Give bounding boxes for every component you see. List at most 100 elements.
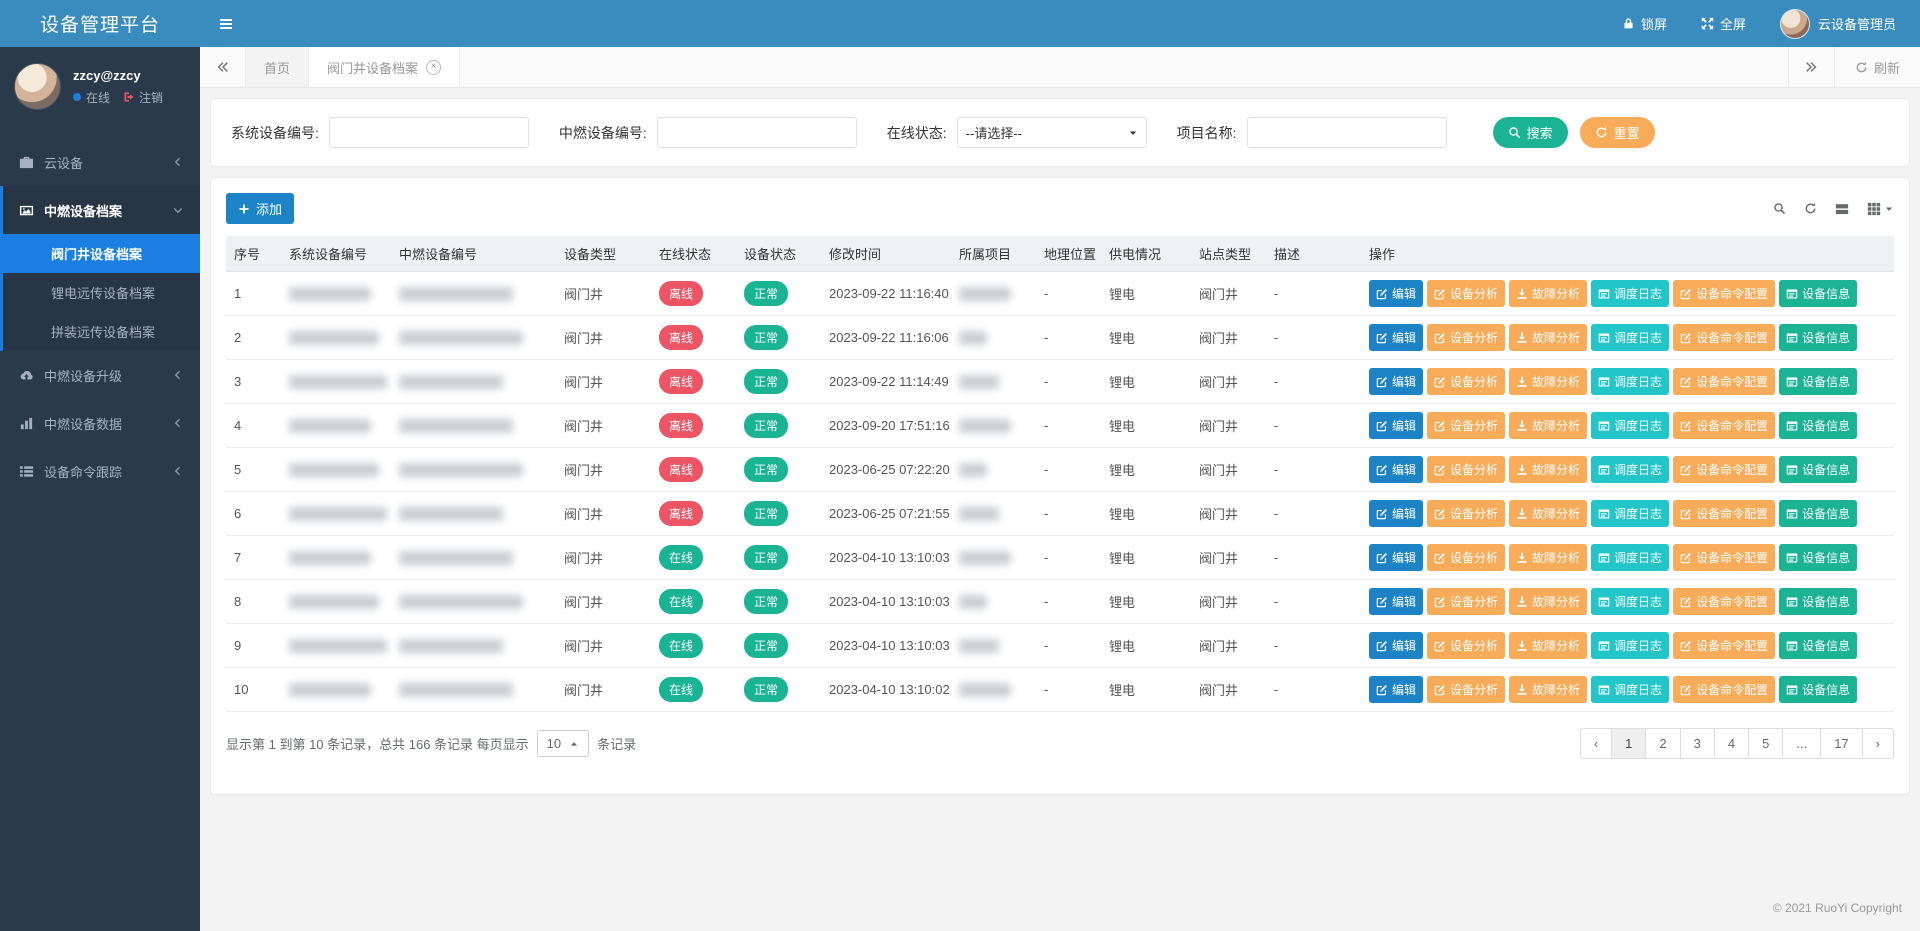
- row-action-设备信息[interactable]: 设备信息: [1779, 544, 1857, 571]
- row-action-编辑[interactable]: 编辑: [1369, 544, 1423, 571]
- row-action-设备命令配置[interactable]: 设备命令配置: [1673, 588, 1775, 615]
- row-action-故障分析[interactable]: 故障分析: [1509, 544, 1587, 571]
- row-action-调度日志[interactable]: 调度日志: [1591, 500, 1669, 527]
- row-action-编辑[interactable]: 编辑: [1369, 412, 1423, 439]
- row-action-设备信息[interactable]: 设备信息: [1779, 676, 1857, 703]
- row-action-设备信息[interactable]: 设备信息: [1779, 368, 1857, 395]
- row-action-设备信息[interactable]: 设备信息: [1779, 456, 1857, 483]
- logout-button[interactable]: 注销: [123, 89, 163, 106]
- row-action-编辑[interactable]: 编辑: [1369, 456, 1423, 483]
- tab-refresh-button[interactable]: 刷新: [1834, 47, 1920, 87]
- row-action-编辑[interactable]: 编辑: [1369, 280, 1423, 307]
- page-button-17[interactable]: 17: [1820, 728, 1862, 759]
- table-columns-button[interactable]: [1867, 202, 1894, 216]
- row-action-故障分析[interactable]: 故障分析: [1509, 280, 1587, 307]
- sidebar-subitem-拼装远传设备档案[interactable]: 拼装远传设备档案: [3, 312, 200, 351]
- row-action-编辑[interactable]: 编辑: [1369, 588, 1423, 615]
- page-button-3[interactable]: 3: [1680, 728, 1715, 759]
- row-action-编辑[interactable]: 编辑: [1369, 368, 1423, 395]
- page-button-4[interactable]: 4: [1714, 728, 1749, 759]
- row-action-故障分析[interactable]: 故障分析: [1509, 676, 1587, 703]
- page-button-...[interactable]: ...: [1782, 728, 1821, 759]
- sidebar-toggle-button[interactable]: [200, 0, 252, 47]
- row-action-设备分析[interactable]: 设备分析: [1427, 500, 1505, 527]
- row-action-设备分析[interactable]: 设备分析: [1427, 280, 1505, 307]
- user-menu[interactable]: 云设备管理员: [1780, 9, 1896, 39]
- add-button[interactable]: 添加: [226, 193, 294, 224]
- sidebar-item-中燃设备数据[interactable]: 中燃设备数据: [3, 399, 200, 447]
- row-action-设备信息[interactable]: 设备信息: [1779, 632, 1857, 659]
- row-action-设备分析[interactable]: 设备分析: [1427, 588, 1505, 615]
- lock-screen-button[interactable]: 锁屏: [1622, 14, 1667, 33]
- row-action-设备分析[interactable]: 设备分析: [1427, 544, 1505, 571]
- row-action-故障分析[interactable]: 故障分析: [1509, 412, 1587, 439]
- row-action-调度日志[interactable]: 调度日志: [1591, 368, 1669, 395]
- sidebar-item-设备命令跟踪[interactable]: 设备命令跟踪: [3, 447, 200, 495]
- row-action-故障分析[interactable]: 故障分析: [1509, 368, 1587, 395]
- row-action-调度日志[interactable]: 调度日志: [1591, 412, 1669, 439]
- sidebar-subitem-锂电远传设备档案[interactable]: 锂电远传设备档案: [3, 273, 200, 312]
- row-action-编辑[interactable]: 编辑: [1369, 676, 1423, 703]
- close-icon[interactable]: ×: [426, 60, 441, 75]
- row-action-调度日志[interactable]: 调度日志: [1591, 544, 1669, 571]
- row-action-调度日志[interactable]: 调度日志: [1591, 280, 1669, 307]
- row-action-调度日志[interactable]: 调度日志: [1591, 324, 1669, 351]
- row-action-设备命令配置[interactable]: 设备命令配置: [1673, 500, 1775, 527]
- row-action-设备信息[interactable]: 设备信息: [1779, 280, 1857, 307]
- page-button-2[interactable]: 2: [1645, 728, 1680, 759]
- row-action-设备命令配置[interactable]: 设备命令配置: [1673, 676, 1775, 703]
- page-button-next[interactable]: ›: [1862, 728, 1894, 759]
- tab-valve-well-archive[interactable]: 阀门井设备档案 ×: [309, 47, 460, 87]
- row-action-设备分析[interactable]: 设备分析: [1427, 368, 1505, 395]
- row-action-调度日志[interactable]: 调度日志: [1591, 588, 1669, 615]
- row-action-设备分析[interactable]: 设备分析: [1427, 632, 1505, 659]
- table-refresh-button[interactable]: [1804, 202, 1817, 215]
- row-action-设备信息[interactable]: 设备信息: [1779, 412, 1857, 439]
- sidebar-subitem-阀门井设备档案[interactable]: 阀门井设备档案: [3, 234, 200, 273]
- row-action-故障分析[interactable]: 故障分析: [1509, 588, 1587, 615]
- row-action-设备命令配置[interactable]: 设备命令配置: [1673, 280, 1775, 307]
- row-action-设备命令配置[interactable]: 设备命令配置: [1673, 412, 1775, 439]
- reset-button[interactable]: 重置: [1580, 117, 1655, 148]
- row-action-设备分析[interactable]: 设备分析: [1427, 324, 1505, 351]
- search-button[interactable]: 搜索: [1493, 117, 1568, 148]
- sidebar-item-中燃设备升级[interactable]: 中燃设备升级: [3, 351, 200, 399]
- tab-scroll-right-button[interactable]: [1788, 47, 1834, 87]
- row-action-故障分析[interactable]: 故障分析: [1509, 632, 1587, 659]
- row-action-设备命令配置[interactable]: 设备命令配置: [1673, 544, 1775, 571]
- online-status-select[interactable]: --请选择--: [957, 117, 1147, 148]
- page-size-select[interactable]: 10: [537, 730, 589, 757]
- tab-home[interactable]: 首页: [246, 47, 309, 87]
- row-action-编辑[interactable]: 编辑: [1369, 500, 1423, 527]
- search-input[interactable]: [1247, 117, 1447, 148]
- sidebar-item-中燃设备档案[interactable]: 中燃设备档案: [3, 186, 200, 234]
- row-action-调度日志[interactable]: 调度日志: [1591, 456, 1669, 483]
- row-action-设备命令配置[interactable]: 设备命令配置: [1673, 368, 1775, 395]
- row-action-故障分析[interactable]: 故障分析: [1509, 456, 1587, 483]
- row-action-设备信息[interactable]: 设备信息: [1779, 324, 1857, 351]
- search-input[interactable]: [329, 117, 529, 148]
- row-action-设备命令配置[interactable]: 设备命令配置: [1673, 632, 1775, 659]
- tab-scroll-left-button[interactable]: [200, 47, 246, 87]
- sidebar-item-云设备[interactable]: 云设备: [3, 138, 200, 186]
- row-action-设备分析[interactable]: 设备分析: [1427, 456, 1505, 483]
- search-input[interactable]: [657, 117, 857, 148]
- table-toggle-view-button[interactable]: [1835, 202, 1849, 216]
- page-button-5[interactable]: 5: [1748, 728, 1783, 759]
- row-action-设备命令配置[interactable]: 设备命令配置: [1673, 456, 1775, 483]
- row-action-设备命令配置[interactable]: 设备命令配置: [1673, 324, 1775, 351]
- row-action-调度日志[interactable]: 调度日志: [1591, 632, 1669, 659]
- row-action-设备信息[interactable]: 设备信息: [1779, 588, 1857, 615]
- row-action-设备分析[interactable]: 设备分析: [1427, 676, 1505, 703]
- row-action-编辑[interactable]: 编辑: [1369, 632, 1423, 659]
- row-action-设备信息[interactable]: 设备信息: [1779, 500, 1857, 527]
- row-action-故障分析[interactable]: 故障分析: [1509, 500, 1587, 527]
- row-action-编辑[interactable]: 编辑: [1369, 324, 1423, 351]
- page-button-1[interactable]: 1: [1611, 728, 1646, 759]
- table-search-button[interactable]: [1773, 202, 1786, 215]
- page-button-prev[interactable]: ‹: [1580, 728, 1612, 759]
- row-action-设备分析[interactable]: 设备分析: [1427, 412, 1505, 439]
- fullscreen-button[interactable]: 全屏: [1701, 14, 1746, 33]
- row-action-调度日志[interactable]: 调度日志: [1591, 676, 1669, 703]
- row-action-故障分析[interactable]: 故障分析: [1509, 324, 1587, 351]
